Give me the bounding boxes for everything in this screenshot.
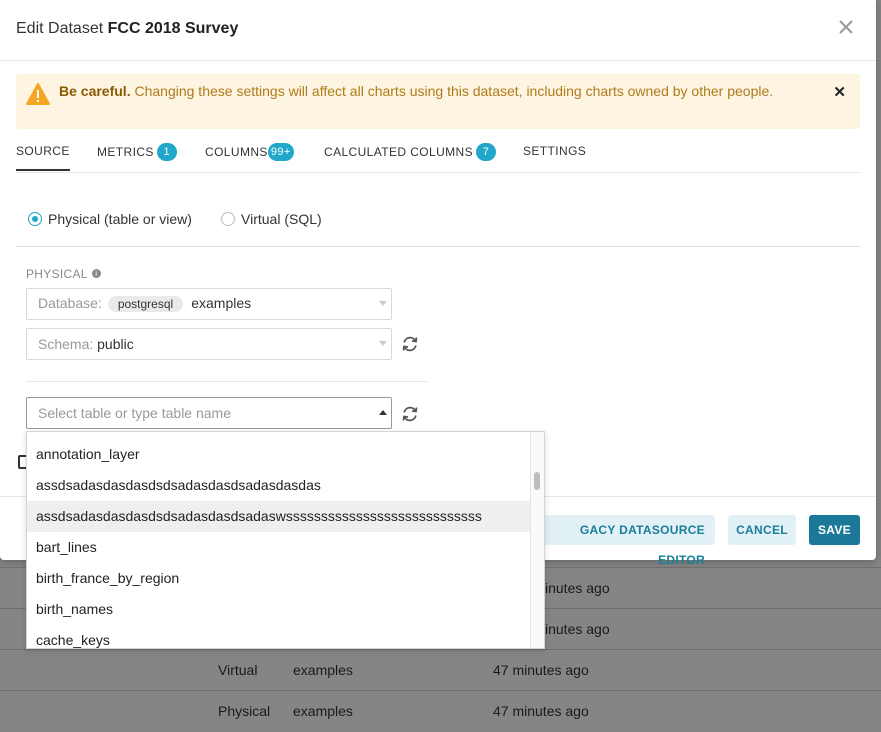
divider — [16, 246, 860, 247]
refresh-schema-icon[interactable] — [400, 334, 420, 354]
metrics-count-badge: 1 — [156, 143, 177, 161]
tab-calculated-columns[interactable]: CALCULATED COLUMNS 7 — [324, 143, 497, 162]
warning-icon — [26, 83, 50, 110]
table-option[interactable]: birth_names — [27, 594, 531, 625]
modal-header: Edit Dataset FCC 2018 Survey — [0, 0, 876, 61]
alert-message: Be careful. Changing these settings will… — [59, 80, 779, 102]
info-icon[interactable]: i — [91, 269, 101, 279]
background-row: Virtual examples 47 minutes ago — [0, 649, 881, 691]
table-option[interactable]: birth_france_by_region — [27, 563, 531, 594]
chevron-up-icon — [379, 410, 387, 415]
alert-close-icon[interactable]: ✕ — [833, 83, 846, 101]
refresh-tables-icon[interactable] — [400, 404, 420, 424]
table-option[interactable]: annotation_layer — [27, 439, 531, 470]
modal-title-prefix: Edit Dataset — [16, 20, 104, 37]
physical-radio[interactable]: Physical (table or view) — [28, 211, 192, 227]
database-select-value: Database: postgresql examples — [38, 295, 251, 312]
tab-label: CALCULATED COLUMNS — [324, 145, 474, 160]
row-database: examples — [293, 703, 353, 719]
table-option[interactable]: bart_lines — [27, 532, 531, 563]
table-options-dropdown: annotation_layer assdsadasdasdasdsdsadas… — [26, 431, 545, 649]
database-name: examples — [191, 295, 252, 311]
row-modified: 47 minutes ago — [493, 703, 589, 719]
schema-select-value: Schema: public — [38, 336, 134, 352]
chevron-down-icon — [379, 341, 387, 346]
tab-label: METRICS — [97, 145, 154, 160]
section-title: PHYSICAL — [26, 267, 88, 281]
table-option[interactable]: assdsadasdasdasdsdsadasdasdsadasdasdas — [27, 470, 531, 501]
modal-title: Edit Dataset FCC 2018 Survey — [16, 20, 238, 38]
schema-label: Schema: — [38, 336, 94, 352]
radio-checked-icon — [28, 212, 42, 227]
row-type: Physical — [218, 703, 271, 719]
dropdown-scrollbar[interactable] — [530, 432, 544, 648]
row-modified: 47 minutes ago — [493, 662, 589, 678]
table-option[interactable]: cache_keys — [27, 625, 531, 648]
physical-section-label: PHYSICAL i — [26, 267, 101, 281]
save-button[interactable]: SAVE — [809, 515, 860, 545]
schema-select[interactable]: Schema: public — [26, 328, 392, 360]
database-engine-tag: postgresql — [107, 296, 184, 312]
tab-bar: SOURCE METRICS 1 COLUMNS 99+ CALCULATED CO… — [16, 140, 860, 173]
columns-count-badge: 99+ — [267, 143, 294, 161]
chevron-down-icon — [379, 301, 387, 306]
database-select[interactable]: Database: postgresql examples — [26, 288, 392, 320]
radio-unchecked-icon — [221, 212, 235, 227]
cancel-button[interactable]: CANCEL — [728, 515, 796, 545]
row-modified: inutes ago — [545, 580, 610, 596]
virtual-radio[interactable]: Virtual (SQL) — [221, 211, 322, 227]
tab-label: SOURCE — [16, 144, 70, 158]
dataset-name: FCC 2018 Survey — [107, 20, 239, 37]
calculated-columns-count-badge: 7 — [476, 143, 497, 161]
table-select[interactable]: Select table or type table name — [26, 397, 392, 429]
divider — [26, 381, 428, 382]
tab-metrics[interactable]: METRICS 1 — [97, 143, 177, 162]
alert-body: Changing these settings will affect all … — [130, 83, 774, 99]
background-row: Physical examples 47 minutes ago — [0, 690, 881, 732]
virtual-radio-label: Virtual (SQL) — [241, 211, 322, 227]
row-database: examples — [293, 662, 353, 678]
scrollbar-thumb[interactable] — [534, 472, 540, 490]
table-option-highlighted[interactable]: assdsadasdasdasdsdsadasdasdsadaswsssssss… — [27, 501, 531, 532]
schema-name: public — [97, 336, 134, 352]
tab-source[interactable]: SOURCE — [16, 144, 70, 171]
tab-label: SETTINGS — [523, 144, 587, 158]
close-icon[interactable] — [836, 18, 856, 38]
alert-title: Be careful. — [59, 83, 131, 99]
legacy-datasource-editor-button[interactable]: GACY DATASOURCE EDITOR — [535, 515, 715, 567]
row-type: Virtual — [218, 662, 258, 678]
database-label: Database: — [38, 295, 102, 311]
tab-columns[interactable]: COLUMNS 99+ — [205, 143, 294, 162]
table-select-placeholder: Select table or type table name — [38, 405, 232, 421]
tab-settings[interactable]: SETTINGS — [523, 144, 586, 158]
tab-label: COLUMNS — [205, 145, 268, 160]
warning-alert: Be careful. Changing these settings will… — [16, 74, 860, 129]
physical-radio-label: Physical (table or view) — [48, 211, 192, 227]
row-modified: inutes ago — [545, 621, 610, 637]
